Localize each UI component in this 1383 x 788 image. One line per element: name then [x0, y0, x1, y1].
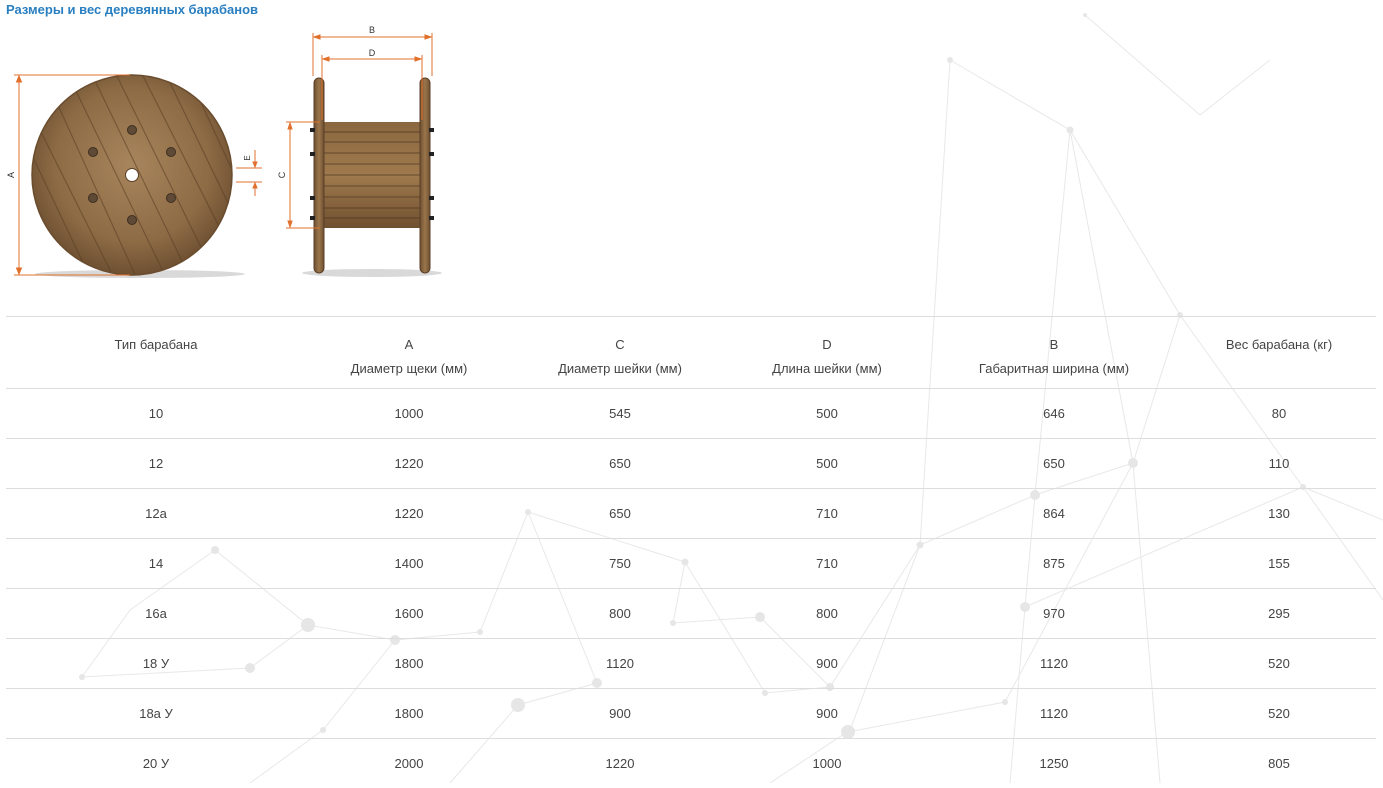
cell-flange-diameter: 1800	[306, 689, 512, 739]
bolt-icon	[128, 126, 137, 135]
cell-flange-diameter: 1400	[306, 539, 512, 589]
drum-diagram: A E	[0, 20, 460, 285]
table-row: 16а 1600 800 800 970 295	[6, 589, 1376, 639]
header-neck-length: D Длина шейки (мм)	[728, 317, 926, 389]
cell-drum-type: 20 У	[6, 739, 306, 788]
cell-drum-weight: 110	[1182, 439, 1376, 489]
cell-flange-diameter: 2000	[306, 739, 512, 788]
dimension-c-label: C	[277, 171, 287, 178]
cell-neck-diameter: 650	[512, 489, 728, 539]
cell-drum-weight: 80	[1182, 389, 1376, 439]
center-hole	[126, 169, 139, 182]
cell-flange-diameter: 1220	[306, 489, 512, 539]
dimension-d-label: D	[369, 48, 376, 58]
cell-drum-type: 18а У	[6, 689, 306, 739]
header-neck-diameter: C Диаметр шейки (мм)	[512, 317, 728, 389]
cell-flange-diameter: 1800	[306, 639, 512, 689]
table-row: 14 1400 750 710 875 155	[6, 539, 1376, 589]
cell-overall-width: 864	[926, 489, 1182, 539]
bolt-icon	[128, 216, 137, 225]
cell-neck-length: 1000	[728, 739, 926, 788]
cell-overall-width: 1250	[926, 739, 1182, 788]
cell-drum-weight: 130	[1182, 489, 1376, 539]
cell-drum-type: 12	[6, 439, 306, 489]
cell-overall-width: 646	[926, 389, 1182, 439]
bolt-icon	[89, 194, 98, 203]
cell-neck-length: 500	[728, 439, 926, 489]
cell-overall-width: 1120	[926, 639, 1182, 689]
cell-neck-length: 710	[728, 539, 926, 589]
cell-overall-width: 875	[926, 539, 1182, 589]
bolt-icon	[167, 148, 176, 157]
cell-neck-diameter: 750	[512, 539, 728, 589]
cell-flange-diameter: 1600	[306, 589, 512, 639]
cell-drum-weight: 295	[1182, 589, 1376, 639]
table-row: 10 1000 545 500 646 80	[6, 389, 1376, 439]
dimension-a-label: A	[6, 172, 16, 178]
cell-neck-length: 500	[728, 389, 926, 439]
cell-overall-width: 1120	[926, 689, 1182, 739]
cell-drum-weight: 805	[1182, 739, 1376, 788]
table-row: 12 1220 650 500 650 110	[6, 439, 1376, 489]
table-row: 20 У 2000 1220 1000 1250 805	[6, 739, 1376, 788]
cell-drum-type: 12а	[6, 489, 306, 539]
table-row: 12а 1220 650 710 864 130	[6, 489, 1376, 539]
cell-neck-diameter: 1220	[512, 739, 728, 788]
cell-drum-weight: 520	[1182, 689, 1376, 739]
table-row: 18а У 1800 900 900 1120 520	[6, 689, 1376, 739]
drum-front-view: A E	[6, 62, 262, 285]
dimension-e-label: E	[243, 155, 252, 160]
dimension-d-line	[322, 55, 422, 120]
cell-drum-weight: 155	[1182, 539, 1376, 589]
table-row: 18 У 1800 1120 900 1120 520	[6, 639, 1376, 689]
header-drum-weight: Вес барабана (кг)	[1182, 317, 1376, 389]
drum-specs-table: Тип барабана A Диаметр щеки (мм) C Диаме…	[6, 316, 1376, 788]
cell-neck-length: 900	[728, 639, 926, 689]
cell-neck-length: 900	[728, 689, 926, 739]
header-flange-diameter: A Диаметр щеки (мм)	[306, 317, 512, 389]
cell-neck-length: 710	[728, 489, 926, 539]
table-header-row: Тип барабана A Диаметр щеки (мм) C Диаме…	[6, 317, 1376, 389]
bolt-icon	[167, 194, 176, 203]
cell-drum-type: 14	[6, 539, 306, 589]
cell-drum-type: 18 У	[6, 639, 306, 689]
header-overall-width: B Габаритная ширина (мм)	[926, 317, 1182, 389]
bolt-icon	[89, 148, 98, 157]
cell-drum-type: 10	[6, 389, 306, 439]
drum-side-view: B D C	[277, 25, 442, 277]
cell-neck-diameter: 800	[512, 589, 728, 639]
cell-overall-width: 970	[926, 589, 1182, 639]
cell-neck-diameter: 900	[512, 689, 728, 739]
header-drum-type: Тип барабана	[6, 317, 306, 389]
cell-neck-diameter: 545	[512, 389, 728, 439]
cell-overall-width: 650	[926, 439, 1182, 489]
cell-neck-length: 800	[728, 589, 926, 639]
cell-flange-diameter: 1220	[306, 439, 512, 489]
cell-flange-diameter: 1000	[306, 389, 512, 439]
page-title: Размеры и вес деревянных барабанов	[6, 2, 258, 17]
dimension-b-label: B	[369, 25, 375, 35]
cell-neck-diameter: 650	[512, 439, 728, 489]
cell-neck-diameter: 1120	[512, 639, 728, 689]
cell-drum-type: 16а	[6, 589, 306, 639]
cell-drum-weight: 520	[1182, 639, 1376, 689]
